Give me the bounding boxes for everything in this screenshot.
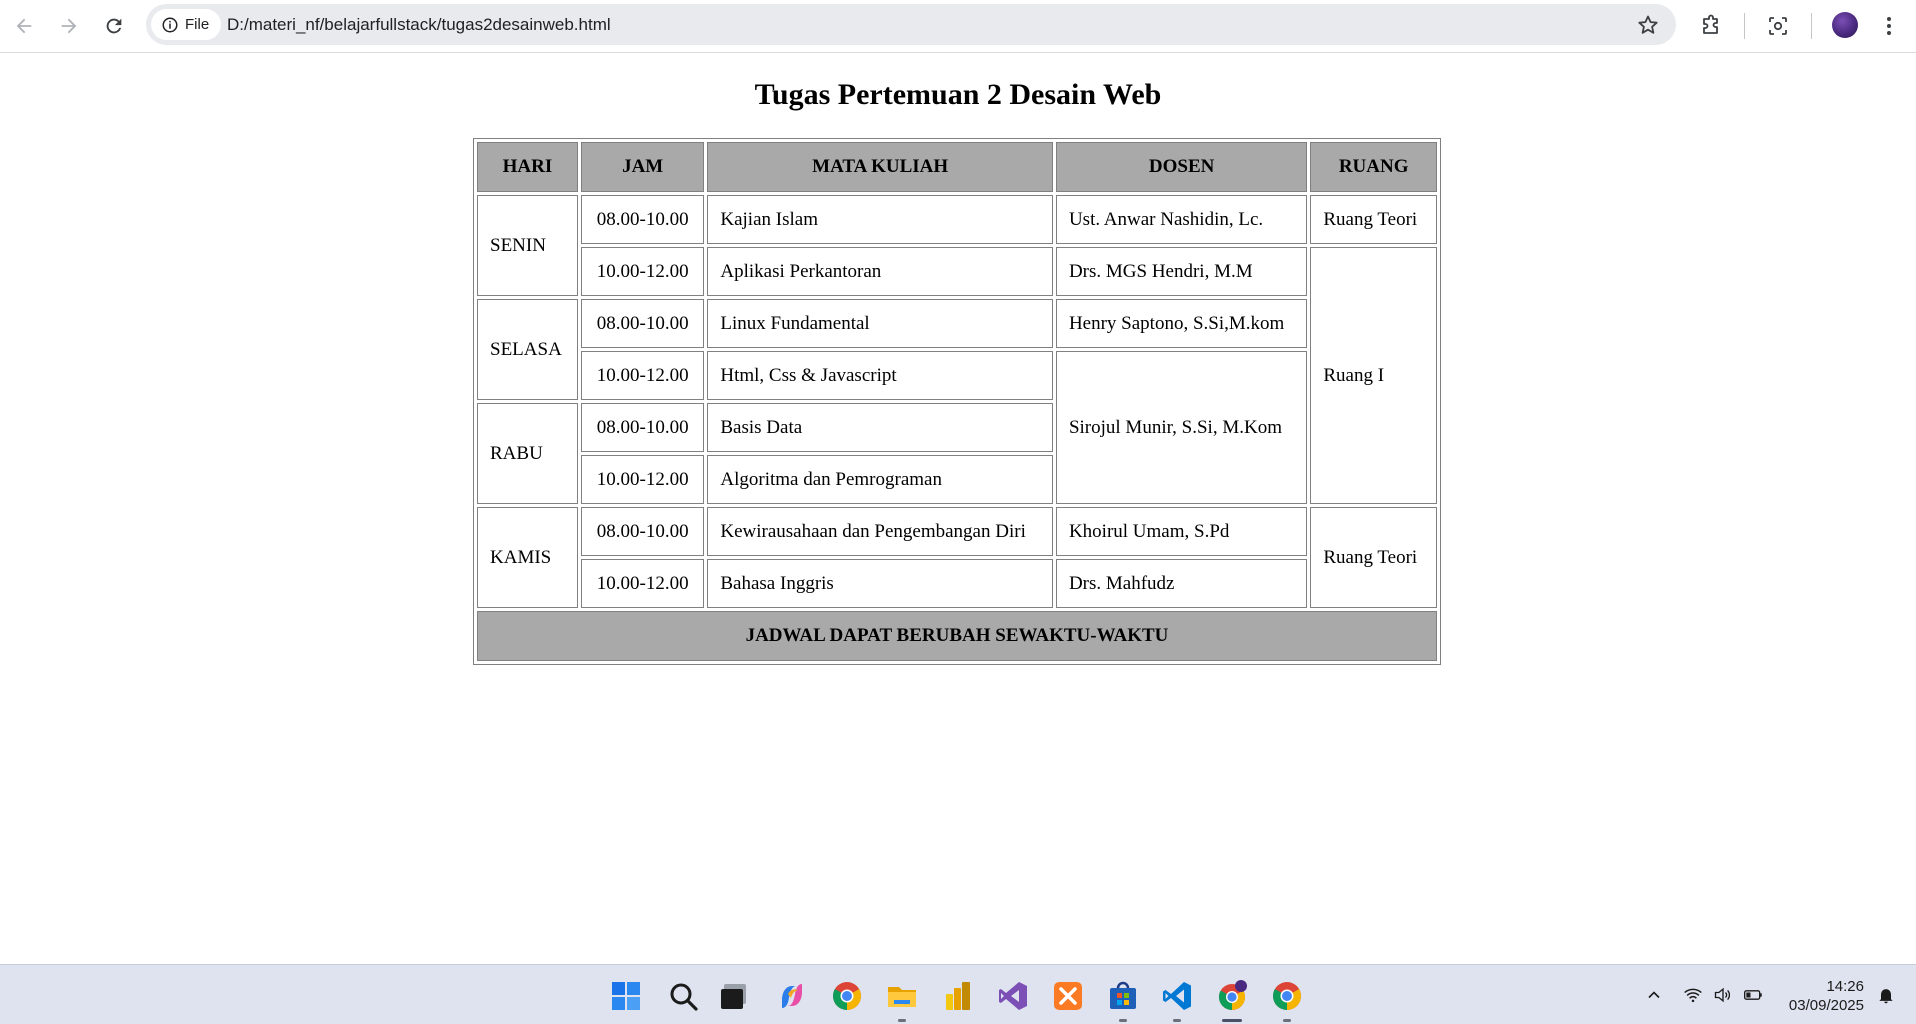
cell-mata-kuliah: Kewirausahaan dan Pengembangan Diri <box>707 507 1053 556</box>
header-hari: HARI <box>477 142 578 192</box>
reload-button[interactable] <box>97 9 131 43</box>
chrome-profile-icon[interactable] <box>1215 979 1249 1022</box>
address-bar[interactable]: File D:/materi_nf/belajarfullstack/tugas… <box>146 4 1676 45</box>
cell-mata-kuliah: Linux Fundamental <box>707 299 1053 348</box>
header-ruang: RUANG <box>1310 142 1437 192</box>
clock-date: 03/09/2025 <box>1788 997 1864 1014</box>
page-title: Tugas Pertemuan 2 Desain Web <box>754 78 1162 111</box>
arrow-right-icon <box>61 18 77 34</box>
cell-mata-kuliah: Html, Css & Javascript <box>707 351 1053 400</box>
cell-ruang: Ruang Teori <box>1310 507 1437 608</box>
schedule-table: HARI JAM MATA KULIAH DOSEN RUANG SENIN 0… <box>473 138 1441 665</box>
page-content: Tugas Pertemuan 2 Desain Web HARI JAM MA… <box>0 54 1916 964</box>
cell-dosen: Drs. Mahfudz <box>1055 559 1308 608</box>
power-bi-icon[interactable] <box>941 979 975 1013</box>
cell-hari: RABU <box>477 403 578 504</box>
cell-dosen: Sirojul Munir, S.Si, M.Kom <box>1055 351 1308 504</box>
cell-mata-kuliah: Kajian Islam <box>707 195 1053 244</box>
windows-start-icon[interactable] <box>609 979 643 1013</box>
bookmark-star-icon[interactable] <box>1636 13 1660 37</box>
profile-avatar[interactable] <box>1832 12 1858 38</box>
site-info-chip[interactable]: File <box>151 9 221 40</box>
cell-jam: 10.00-12.00 <box>580 247 705 296</box>
table-row: KAMIS 08.00-10.00 Kewirausahaan dan Peng… <box>477 507 1437 608</box>
vscode-icon[interactable] <box>1160 979 1194 1022</box>
battery-icon[interactable] <box>1743 985 1763 1010</box>
cell-mata-kuliah: Basis Data <box>707 403 1053 452</box>
toolbar-divider <box>1744 13 1745 39</box>
table-header-row: HARI JAM MATA KULIAH DOSEN RUANG <box>477 142 1437 192</box>
show-hidden-icons-chevron-icon[interactable] <box>1644 985 1664 1010</box>
info-icon <box>162 17 178 32</box>
header-dosen: DOSEN <box>1055 142 1308 192</box>
browser-toolbar: File D:/materi_nf/belajarfullstack/tugas… <box>0 0 1916 53</box>
cell-dosen: Khoirul Umam, S.Pd <box>1055 507 1308 556</box>
cell-jam: 10.00-12.00 <box>580 351 705 400</box>
table-footer-note: JADWAL DAPAT BERUBAH SEWAKTU-WAKTU <box>477 611 1437 661</box>
wifi-icon[interactable] <box>1683 985 1703 1010</box>
url-text[interactable]: D:/materi_nf/belajarfullstack/tugas2desa… <box>227 15 611 35</box>
table-row: 10.00-12.00 Aplikasi Perkantoran Drs. MG… <box>477 247 1437 504</box>
search-icon[interactable] <box>666 979 700 1013</box>
cell-jam: 10.00-12.00 <box>580 455 705 504</box>
extensions-icon[interactable] <box>1697 12 1725 40</box>
volume-icon[interactable] <box>1713 985 1733 1010</box>
reload-icon <box>106 18 122 34</box>
chrome-icon[interactable] <box>830 979 864 1013</box>
screenshot-icon[interactable] <box>1764 12 1792 40</box>
cell-hari: SENIN <box>477 195 578 296</box>
table-footer-row: JADWAL DAPAT BERUBAH SEWAKTU-WAKTU <box>477 611 1437 661</box>
table-row: SELASA 08.00-10.00 Linux Fundamental Hen… <box>477 299 1437 400</box>
clock-time: 14:26 <box>1826 978 1864 995</box>
cell-dosen: Ust. Anwar Nashidin, Lc. <box>1055 195 1308 244</box>
header-mata-kuliah: MATA KULIAH <box>707 142 1053 192</box>
notification-bell-icon[interactable] <box>1876 985 1896 1010</box>
cell-mata-kuliah: Algoritma dan Pemrograman <box>707 455 1053 504</box>
cell-mata-kuliah: Bahasa Inggris <box>707 559 1053 608</box>
cell-ruang: Ruang Teori <box>1310 195 1437 244</box>
arrow-left-icon <box>16 18 32 34</box>
cell-jam: 08.00-10.00 <box>580 403 705 452</box>
xampp-icon[interactable] <box>1051 979 1085 1013</box>
forward-button[interactable] <box>52 9 86 43</box>
cell-jam: 08.00-10.00 <box>580 299 705 348</box>
table-row: SENIN 08.00-10.00 Kajian Islam Ust. Anwa… <box>477 195 1437 296</box>
cell-jam: 08.00-10.00 <box>580 195 705 244</box>
toolbar-divider <box>1811 13 1812 39</box>
back-button[interactable] <box>7 9 41 43</box>
copilot-icon[interactable] <box>775 979 809 1013</box>
microsoft-store-icon[interactable] <box>1106 979 1140 1022</box>
table-row: 10.00-12.00 Bahasa Inggris Drs. Mahfudz <box>477 559 1437 608</box>
header-jam: JAM <box>580 142 705 192</box>
kebab-menu-icon[interactable] <box>1875 12 1903 40</box>
file-explorer-icon[interactable] <box>885 979 919 1022</box>
system-clock[interactable]: 14:26 03/09/2025 <box>1784 977 1864 1015</box>
cell-dosen: Drs. MGS Hendri, M.M <box>1055 247 1308 296</box>
cell-hari: KAMIS <box>477 507 578 608</box>
cell-jam: 10.00-12.00 <box>580 559 705 608</box>
taskbar: 14:26 03/09/2025 <box>0 964 1916 1024</box>
cell-dosen: Henry Saptono, S.Si,M.kom <box>1055 299 1308 348</box>
cell-hari: SELASA <box>477 299 578 400</box>
cell-jam: 08.00-10.00 <box>580 507 705 556</box>
chrome-icon[interactable] <box>1270 979 1304 1022</box>
cell-ruang: Ruang I <box>1310 247 1437 504</box>
visual-studio-icon[interactable] <box>996 979 1030 1013</box>
task-view-icon[interactable] <box>717 979 751 1013</box>
cell-mata-kuliah: Aplikasi Perkantoran <box>707 247 1053 296</box>
site-chip-label: File <box>185 16 210 33</box>
table-row: 10.00-12.00 Html, Css & Javascript Siroj… <box>477 351 1437 504</box>
